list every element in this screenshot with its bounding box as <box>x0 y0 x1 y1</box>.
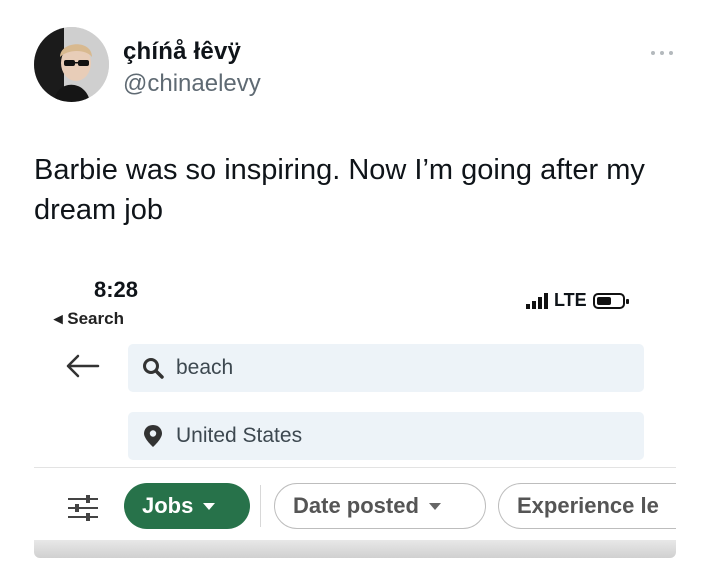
location-input[interactable]: United States <box>128 412 644 460</box>
display-name[interactable]: çhíńå łêvÿ <box>123 38 241 66</box>
jobs-filter-chip[interactable]: Jobs <box>124 483 250 529</box>
date-posted-filter-chip[interactable]: Date posted <box>274 483 486 529</box>
back-arrow-icon[interactable] <box>64 352 100 380</box>
status-indicators: LTE <box>526 290 629 311</box>
experience-filter-chip[interactable]: Experience le <box>498 483 698 529</box>
divider <box>34 467 676 468</box>
jobs-chip-label: Jobs <box>142 493 194 518</box>
tweet-card: çhíńå łêvÿ @chinaelevy Barbie was so ins… <box>0 0 708 583</box>
screenshot-bottom-edge <box>34 540 676 558</box>
search-icon <box>143 358 164 379</box>
experience-label: Experience le <box>517 493 659 518</box>
tweet-text: Barbie was so inspiring. Now I’m going a… <box>34 154 645 226</box>
status-time: 8:28 <box>94 277 139 302</box>
location-text: United States <box>176 424 303 447</box>
date-posted-label: Date posted <box>293 493 419 518</box>
search-input[interactable]: beach <box>128 344 644 392</box>
caret-down-icon <box>203 502 216 510</box>
network-label: LTE <box>554 290 587 310</box>
filters-icon[interactable] <box>66 494 100 522</box>
user-handle[interactable]: @chinaelevy <box>123 70 261 98</box>
avatar-photo <box>34 27 109 102</box>
location-pin-icon <box>144 425 162 447</box>
more-icon[interactable] <box>648 47 676 59</box>
screenshot-edge <box>676 470 708 550</box>
caret-down-icon <box>428 502 441 510</box>
signal-icon <box>526 292 548 309</box>
chip-separator <box>260 485 261 527</box>
avatar[interactable] <box>34 27 109 102</box>
back-to-search-link[interactable]: ◂ Search <box>54 309 124 329</box>
battery-icon <box>592 292 629 309</box>
search-query-text: beach <box>176 356 234 379</box>
